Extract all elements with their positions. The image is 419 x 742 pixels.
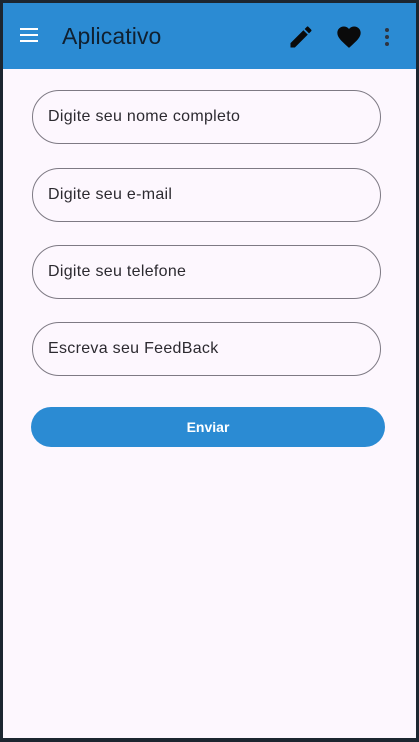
edit-pencil-icon[interactable] xyxy=(287,23,315,51)
email-placeholder: Digite seu e-mail xyxy=(48,186,173,203)
favorite-heart-icon[interactable] xyxy=(335,23,363,51)
full-name-field[interactable]: Digite seu nome completo xyxy=(32,90,381,144)
app-screen: Aplicativo Digite seu nome completo Digi… xyxy=(3,3,416,738)
feedback-placeholder: Escreva seu FeedBack xyxy=(48,340,219,357)
submit-button[interactable]: Enviar xyxy=(31,407,385,447)
hamburger-menu-icon[interactable] xyxy=(17,23,43,49)
device-frame: Aplicativo Digite seu nome completo Digi… xyxy=(0,0,419,742)
email-field[interactable]: Digite seu e-mail xyxy=(32,168,381,222)
phone-placeholder: Digite seu telefone xyxy=(48,263,187,280)
app-bar: Aplicativo xyxy=(3,3,416,69)
more-vert-icon[interactable] xyxy=(377,23,397,51)
full-name-placeholder: Digite seu nome completo xyxy=(48,108,241,125)
app-title: Aplicativo xyxy=(62,23,162,49)
feedback-field[interactable]: Escreva seu FeedBack xyxy=(32,322,381,376)
phone-field[interactable]: Digite seu telefone xyxy=(32,245,381,299)
